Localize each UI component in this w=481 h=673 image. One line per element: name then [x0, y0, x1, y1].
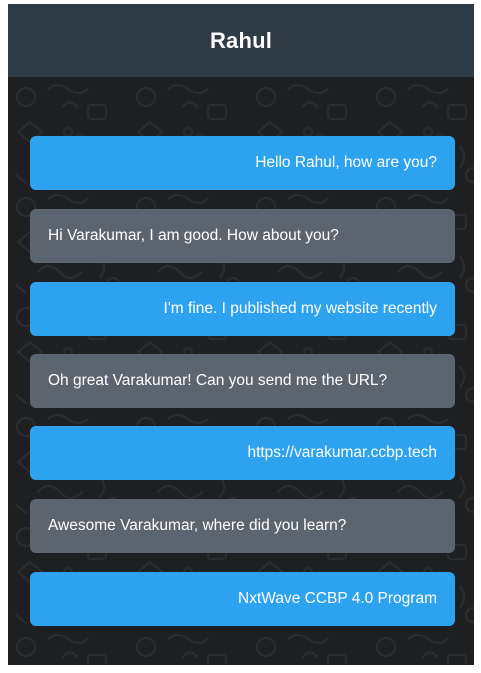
- message-received: Awesome Varakumar, where did you learn?: [30, 499, 455, 553]
- message-text: NxtWave CCBP 4.0 Program: [238, 590, 437, 607]
- message-list[interactable]: Hello Rahul, how are you? Hi Varakumar, …: [8, 77, 474, 665]
- message-text: https://varakumar.ccbp.tech: [247, 444, 437, 461]
- message-sent: I'm fine. I published my website recentl…: [30, 282, 455, 336]
- chat-area[interactable]: Hello Rahul, how are you? Hi Varakumar, …: [8, 77, 474, 665]
- contact-name: Rahul: [209, 27, 273, 53]
- chat-header: Rahul: [8, 4, 474, 77]
- message-received: Oh great Varakumar! Can you send me the …: [30, 354, 455, 408]
- message-sent: NxtWave CCBP 4.0 Program: [30, 572, 455, 626]
- message-text: Hello Rahul, how are you?: [255, 154, 437, 171]
- message-text: Awesome Varakumar, where did you learn?: [48, 517, 347, 534]
- message-sent: Hello Rahul, how are you?: [30, 136, 455, 190]
- message-text: Hi Varakumar, I am good. How about you?: [48, 227, 339, 244]
- message-text: Oh great Varakumar! Can you send me the …: [48, 372, 388, 389]
- message-text: I'm fine. I published my website recentl…: [163, 300, 437, 317]
- message-received: Hi Varakumar, I am good. How about you?: [30, 209, 455, 263]
- chat-window: Rahul Hello Rahul, how are you? Hi Varak…: [8, 4, 474, 665]
- message-sent: https://varakumar.ccbp.tech: [30, 426, 455, 480]
